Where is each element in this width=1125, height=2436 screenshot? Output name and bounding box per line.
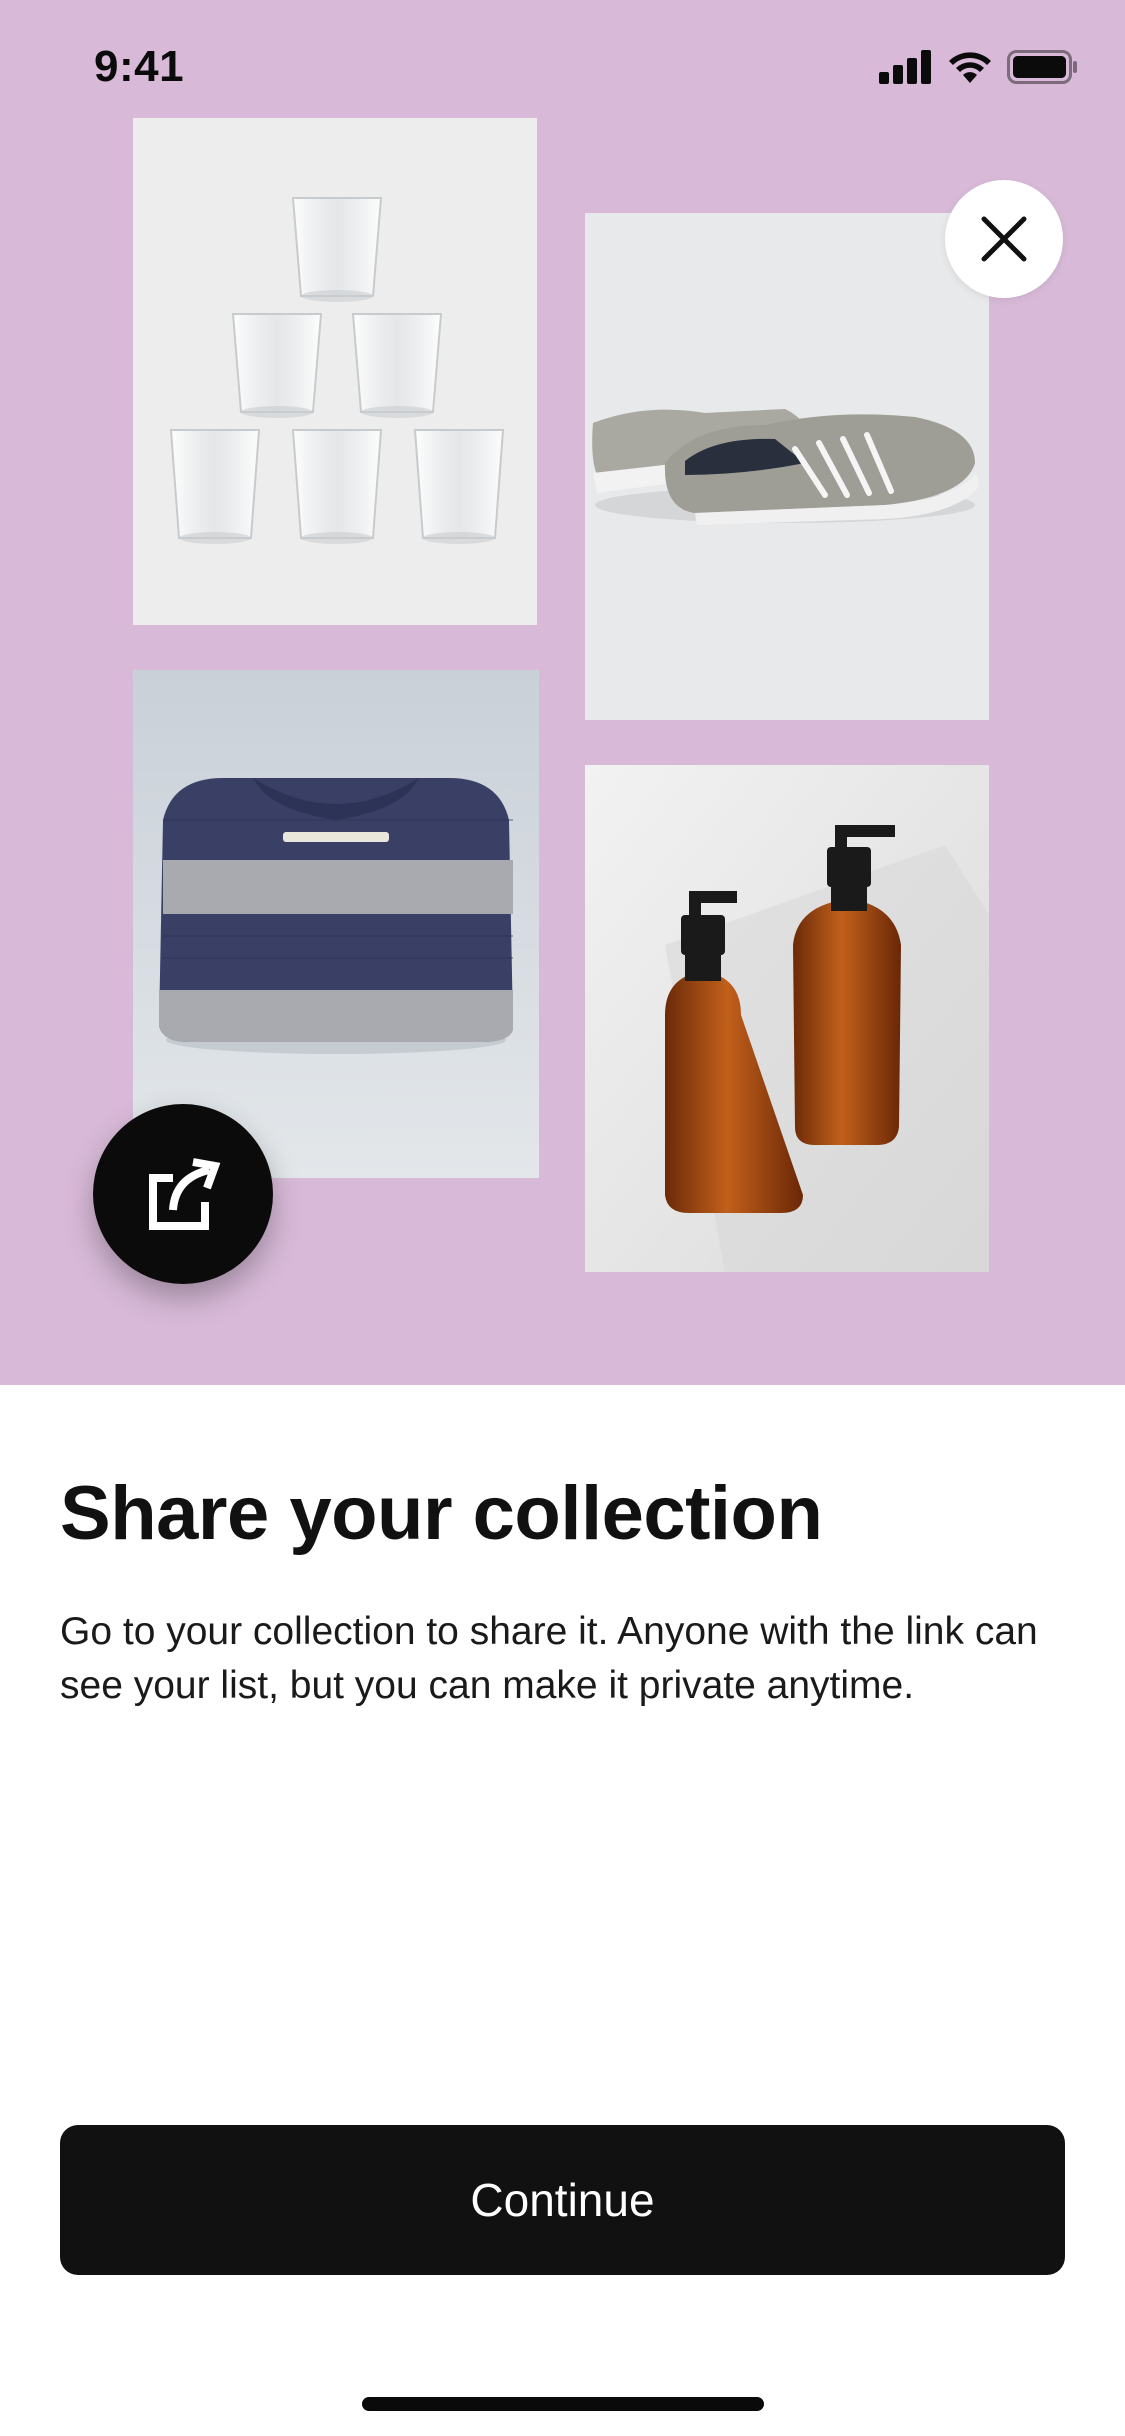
battery-icon	[1007, 50, 1079, 89]
status-time: 9:41	[94, 42, 185, 91]
close-button[interactable]	[945, 180, 1063, 298]
share-badge	[93, 1104, 273, 1284]
continue-button[interactable]: Continue	[60, 2125, 1065, 2275]
sweater-illustration	[133, 670, 539, 1178]
share-icon	[149, 1158, 221, 1230]
cellular-signal-icon	[879, 50, 933, 89]
wifi-icon	[947, 50, 993, 89]
description-text: Go to your collection to share it. Anyon…	[60, 1610, 1038, 1707]
shoes-tile	[585, 213, 989, 720]
bottles-tile	[585, 765, 989, 1272]
glasses-illustration	[133, 118, 537, 625]
home-indicator[interactable]	[362, 2397, 764, 2411]
bottles-illustration	[585, 765, 989, 1272]
shoes-illustration	[585, 213, 989, 720]
status-icons	[879, 50, 1079, 89]
close-icon	[981, 216, 1027, 262]
status-bar: 9:41	[0, 0, 1125, 132]
sweater-tile	[133, 670, 539, 1178]
hero-collage: 9:41	[0, 0, 1125, 1385]
page-title: Share your collection	[60, 1471, 823, 1556]
glasses-tile	[133, 118, 537, 625]
